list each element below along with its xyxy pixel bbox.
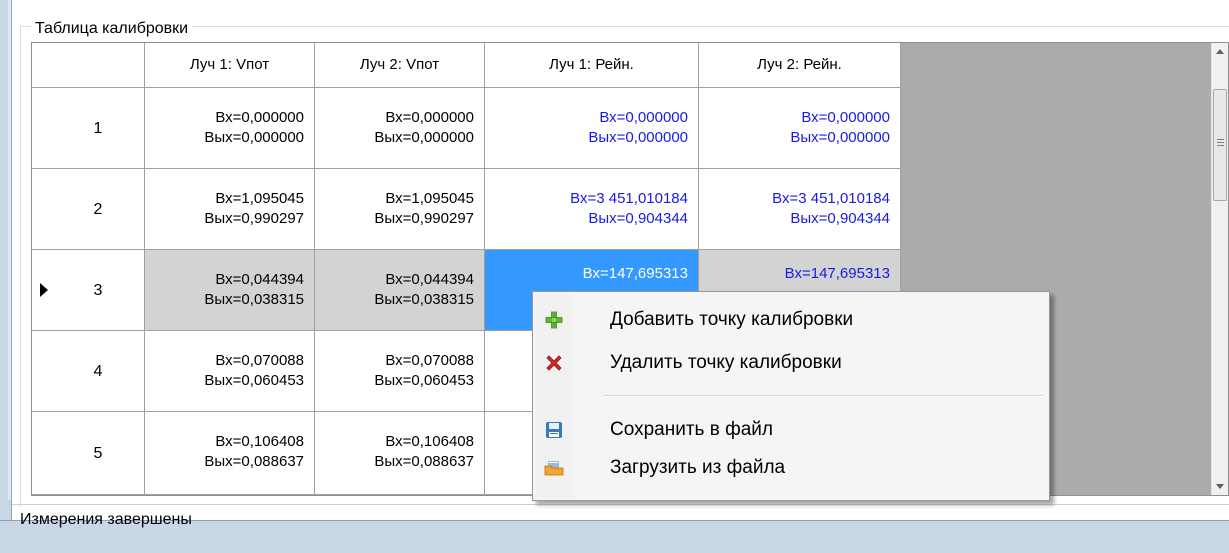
vertical-scrollbar[interactable]	[1211, 43, 1228, 495]
cell-output-value: Вых=0,000000	[790, 129, 890, 146]
current-row-arrow-icon	[40, 283, 48, 297]
column-header-beam2-vpot[interactable]: Луч 2: Vпот	[315, 43, 485, 88]
column-header-beam2-rein[interactable]: Луч 2: Рейн.	[699, 43, 901, 88]
column-header-beam1-vpot[interactable]: Луч 1: Vпот	[145, 43, 315, 88]
grid-cell-selected-row[interactable]: Вх=0,044394 Вых=0,038315	[145, 250, 315, 331]
cell-input-value: Вх=1,095045	[215, 190, 304, 207]
context-menu: Добавить точку калибровки Удалить точку …	[532, 291, 1050, 501]
cell-input-value: Вх=0,000000	[385, 109, 474, 126]
window-left-border-inner	[8, 0, 11, 500]
menu-item-add-point[interactable]: Добавить точку калибровки	[536, 303, 1046, 337]
grid-cell[interactable]: Вх=0,070088 Вых=0,060453	[145, 331, 315, 412]
cell-output-value: Вых=0,990297	[374, 210, 474, 227]
cell-output-value: Вых=0,038315	[204, 291, 304, 308]
grid-cell[interactable]: Вх=1,095045 Вых=0,990297	[145, 169, 315, 250]
cell-output-value: Вых=0,060453	[374, 372, 474, 389]
scrollbar-thumb[interactable]	[1213, 89, 1227, 201]
row-number: 1	[93, 120, 103, 137]
status-bar-divider	[12, 504, 1229, 505]
row-number: 5	[93, 445, 103, 462]
chevron-up-icon	[1216, 49, 1224, 54]
cell-output-value: Вых=0,038315	[374, 291, 474, 308]
row-header[interactable]: 5	[32, 412, 145, 495]
scroll-down-button[interactable]	[1212, 478, 1228, 495]
row-header-current[interactable]: 3	[32, 250, 145, 331]
status-text: Измерения завершены	[20, 511, 192, 528]
grid-cell[interactable]: Вх=3 451,010184 Вых=0,904344	[699, 169, 901, 250]
save-disk-icon	[546, 422, 562, 438]
grip-line	[1217, 145, 1224, 146]
load-folder-icon	[544, 461, 564, 476]
cell-input-value: Вх=3 451,010184	[570, 190, 688, 207]
cell-input-value: Вх=0,070088	[385, 352, 474, 369]
cell-input-value: Вх=0,000000	[215, 109, 304, 126]
cell-output-value: Вых=0,060453	[204, 372, 304, 389]
delete-x-icon	[546, 355, 562, 371]
grid-cell[interactable]: Вх=0,106408 Вых=0,088637	[145, 412, 315, 495]
cell-input-value: Вх=0,000000	[801, 109, 890, 126]
cell-input-value: Вх=1,095045	[385, 190, 474, 207]
cell-output-value: Вых=0,904344	[588, 210, 688, 227]
cell-input-value: Вх=0,044394	[215, 271, 304, 288]
grid-cell[interactable]: Вх=0,070088 Вых=0,060453	[315, 331, 485, 412]
cell-input-value: Вх=0,044394	[385, 271, 474, 288]
row-number: 3	[93, 282, 103, 299]
cell-input-value: Вх=3 451,010184	[772, 190, 890, 207]
menu-item-delete-point[interactable]: Удалить точку калибровки	[536, 346, 1046, 380]
cell-output-value: Вых=0,904344	[790, 210, 890, 227]
row-header[interactable]: 2	[32, 169, 145, 250]
grid-cell[interactable]: Вх=0,000000 Вых=0,000000	[485, 88, 699, 169]
cell-input-value: Вх=147,695313	[784, 265, 890, 282]
cell-output-value: Вых=0,000000	[588, 129, 688, 146]
row-header[interactable]: 4	[32, 331, 145, 412]
row-number: 4	[93, 363, 103, 380]
cell-output-value: Вых=0,990297	[204, 210, 304, 227]
plus-icon	[545, 311, 563, 329]
grid-cell[interactable]: Вх=0,000000 Вых=0,000000	[145, 88, 315, 169]
grid-cell[interactable]: Вх=0,106408 Вых=0,088637	[315, 412, 485, 495]
calibration-groupbox-title: Таблица калибровки	[31, 19, 193, 39]
scroll-up-button[interactable]	[1212, 43, 1228, 60]
cell-output-value: Вых=0,088637	[204, 453, 304, 470]
grid-cell[interactable]: Вх=1,095045 Вых=0,990297	[315, 169, 485, 250]
grid-cell[interactable]: Вх=3 451,010184 Вых=0,904344	[485, 169, 699, 250]
row-header[interactable]: 1	[32, 88, 145, 169]
cell-input-value: Вх=0,000000	[599, 109, 688, 126]
cell-output-value: Вых=0,000000	[374, 129, 474, 146]
cell-output-value: Вых=0,088637	[374, 453, 474, 470]
menu-separator	[603, 395, 1043, 397]
cell-input-value: Вх=0,106408	[215, 433, 304, 450]
menu-item-save-file[interactable]: Сохранить в файл	[536, 413, 1046, 447]
menu-item-label: Сохранить в файл	[610, 419, 773, 440]
row-number: 2	[93, 201, 103, 218]
column-header-beam1-rein[interactable]: Луч 1: Рейн.	[485, 43, 699, 88]
menu-item-label: Загрузить из файла	[610, 457, 786, 478]
corner-header[interactable]	[32, 43, 145, 88]
cell-input-value: Вх=0,106408	[385, 433, 474, 450]
chevron-down-icon	[1216, 484, 1224, 489]
cell-input-value: Вх=147,695313	[582, 265, 688, 282]
cell-output-value: Вых=0,000000	[204, 129, 304, 146]
grip-line	[1217, 139, 1224, 140]
menu-item-label: Добавить точку калибровки	[610, 309, 854, 330]
cell-input-value: Вх=0,070088	[215, 352, 304, 369]
grid-cell[interactable]: Вх=0,000000 Вых=0,000000	[315, 88, 485, 169]
window-left-border	[0, 0, 12, 552]
menu-item-label: Удалить точку калибровки	[610, 352, 842, 373]
grid-cell[interactable]: Вх=0,000000 Вых=0,000000	[699, 88, 901, 169]
grip-line	[1217, 142, 1224, 143]
menu-item-load-file[interactable]: Загрузить из файла	[536, 451, 1046, 485]
grid-cell-selected-row[interactable]: Вх=0,044394 Вых=0,038315	[315, 250, 485, 331]
